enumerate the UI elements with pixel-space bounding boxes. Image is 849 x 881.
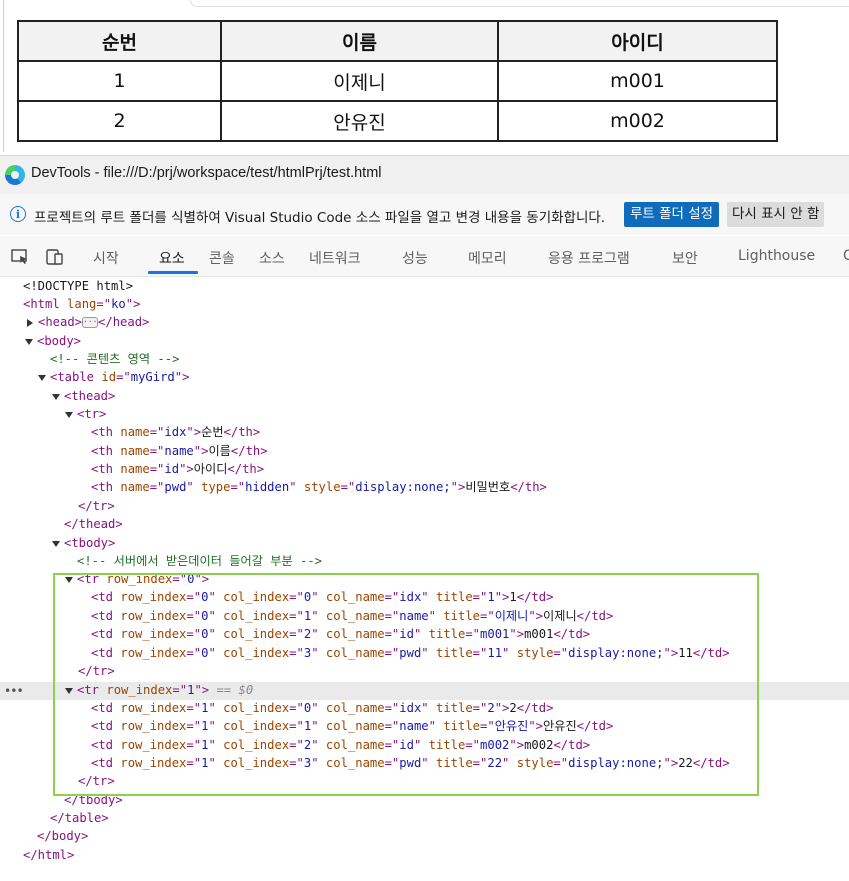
table-header-row: 순번 이름 아이디 [17, 20, 778, 62]
dom-comment-content[interactable]: <!-- 콘텐츠 영역 --> [50, 350, 179, 368]
tab-network[interactable]: 네트워크 [309, 248, 361, 268]
dom-node-body[interactable]: <body> [25, 332, 81, 350]
dom-node-thead[interactable]: <thead> [52, 387, 115, 405]
dom-node-th[interactable]: <th name="idx">순번</th> [91, 423, 260, 441]
collapse-triangle-icon[interactable] [25, 338, 33, 345]
node-actions-ellipsis[interactable]: ••• [4, 682, 24, 700]
dom-close-thead[interactable]: </thead> [64, 515, 123, 533]
edge-logo-icon [5, 165, 25, 185]
expand-triangle-icon[interactable] [27, 318, 33, 327]
dom-close-table[interactable]: </table> [50, 809, 109, 827]
collapse-triangle-icon[interactable] [52, 393, 60, 400]
dom-node-doctype[interactable]: <!DOCTYPE html> [23, 277, 133, 295]
dom-node-th[interactable]: <th name="id">아이디</th> [91, 460, 264, 478]
tab-sources[interactable]: 소스 [259, 248, 285, 268]
tab-console[interactable]: 콘솔 [209, 248, 235, 268]
dom-node-html[interactable]: <html lang="ko"> [23, 295, 140, 313]
info-message: 프로젝트의 루트 폴더를 식별하여 Visual Studio Code 소스 … [34, 210, 606, 226]
info-icon: i [10, 206, 26, 222]
header-cell: 순번 [17, 20, 222, 62]
active-tab-indicator [148, 271, 198, 274]
annotation-highlight-box [53, 573, 759, 796]
collapse-triangle-icon[interactable] [52, 540, 60, 547]
dom-close-body[interactable]: </body> [37, 827, 88, 845]
dom-node-th[interactable]: <th name="name">이름</th> [91, 442, 268, 460]
set-root-folder-button[interactable]: 루트 폴더 설정 [624, 202, 720, 227]
tab-lighthouse[interactable]: Lighthouse [738, 248, 815, 264]
dom-node-tr[interactable]: <tr> [65, 405, 106, 423]
table-row: 2 안유진 m002 [17, 100, 778, 142]
elements-dom-tree[interactable]: ••• <!DOCTYPE html> <html lang="ko"> <he… [0, 277, 849, 881]
table-cell: 1 [17, 60, 222, 102]
dom-node-tbody[interactable]: <tbody> [52, 534, 115, 552]
dom-close-tr[interactable]: </tr> [78, 497, 115, 515]
dom-node-th[interactable]: <th name="pwd" type="hidden" style="disp… [91, 478, 547, 496]
inspect-element-icon[interactable] [11, 249, 29, 265]
table-cell: 2 [17, 100, 222, 142]
tab-performance[interactable]: 성능 [402, 248, 428, 268]
workspace-info-bar: i 프로젝트의 루트 폴더를 식별하여 Visual Studio Code 소… [0, 194, 849, 235]
table-cell: m001 [497, 60, 778, 102]
devtools-tab-bar: 시작 요소 콘솔 소스 네트워크 성능 메모리 응용 프로그램 보안 Light… [0, 236, 849, 277]
address-bar-edge [190, 0, 849, 7]
dont-show-again-button[interactable]: 다시 표시 안 함 [727, 202, 825, 227]
devtools-title: DevTools - file:///D:/prj/workspace/test… [31, 165, 382, 181]
dom-close-html[interactable]: </html> [23, 846, 74, 864]
dom-comment-tbody[interactable]: <!-- 서버에서 받은데이터 들어갈 부분 --> [77, 552, 322, 570]
page-left-border [3, 0, 4, 152]
header-cell: 이름 [220, 20, 499, 62]
table-cell: 안유진 [220, 100, 499, 142]
page-preview: 순번 이름 아이디 1 이제니 m001 2 안유진 m002 [0, 0, 849, 155]
tab-memory[interactable]: 메모리 [468, 248, 507, 268]
tab-overflow[interactable]: C [843, 248, 849, 264]
table-cell: 이제니 [220, 60, 499, 102]
collapse-triangle-icon[interactable] [38, 374, 46, 381]
tab-application[interactable]: 응용 프로그램 [548, 248, 630, 268]
ellipsis-icon[interactable]: ··· [82, 317, 99, 328]
table-row: 1 이제니 m001 [17, 60, 778, 102]
collapse-triangle-icon[interactable] [65, 411, 73, 418]
devtools-title-bar[interactable]: DevTools - file:///D:/prj/workspace/test… [0, 155, 849, 194]
dom-node-head[interactable]: <head>···</head> [27, 313, 149, 331]
tab-welcome[interactable]: 시작 [93, 248, 119, 268]
tab-security[interactable]: 보안 [672, 248, 698, 268]
dom-node-table[interactable]: <table id="myGird"> [38, 368, 189, 386]
my-grid-table: 순번 이름 아이디 1 이제니 m001 2 안유진 m002 [17, 20, 778, 142]
table-cell: m002 [497, 100, 778, 142]
device-emulation-icon[interactable] [46, 249, 64, 265]
header-cell: 아이디 [497, 20, 778, 62]
tab-elements[interactable]: 요소 [159, 248, 185, 268]
